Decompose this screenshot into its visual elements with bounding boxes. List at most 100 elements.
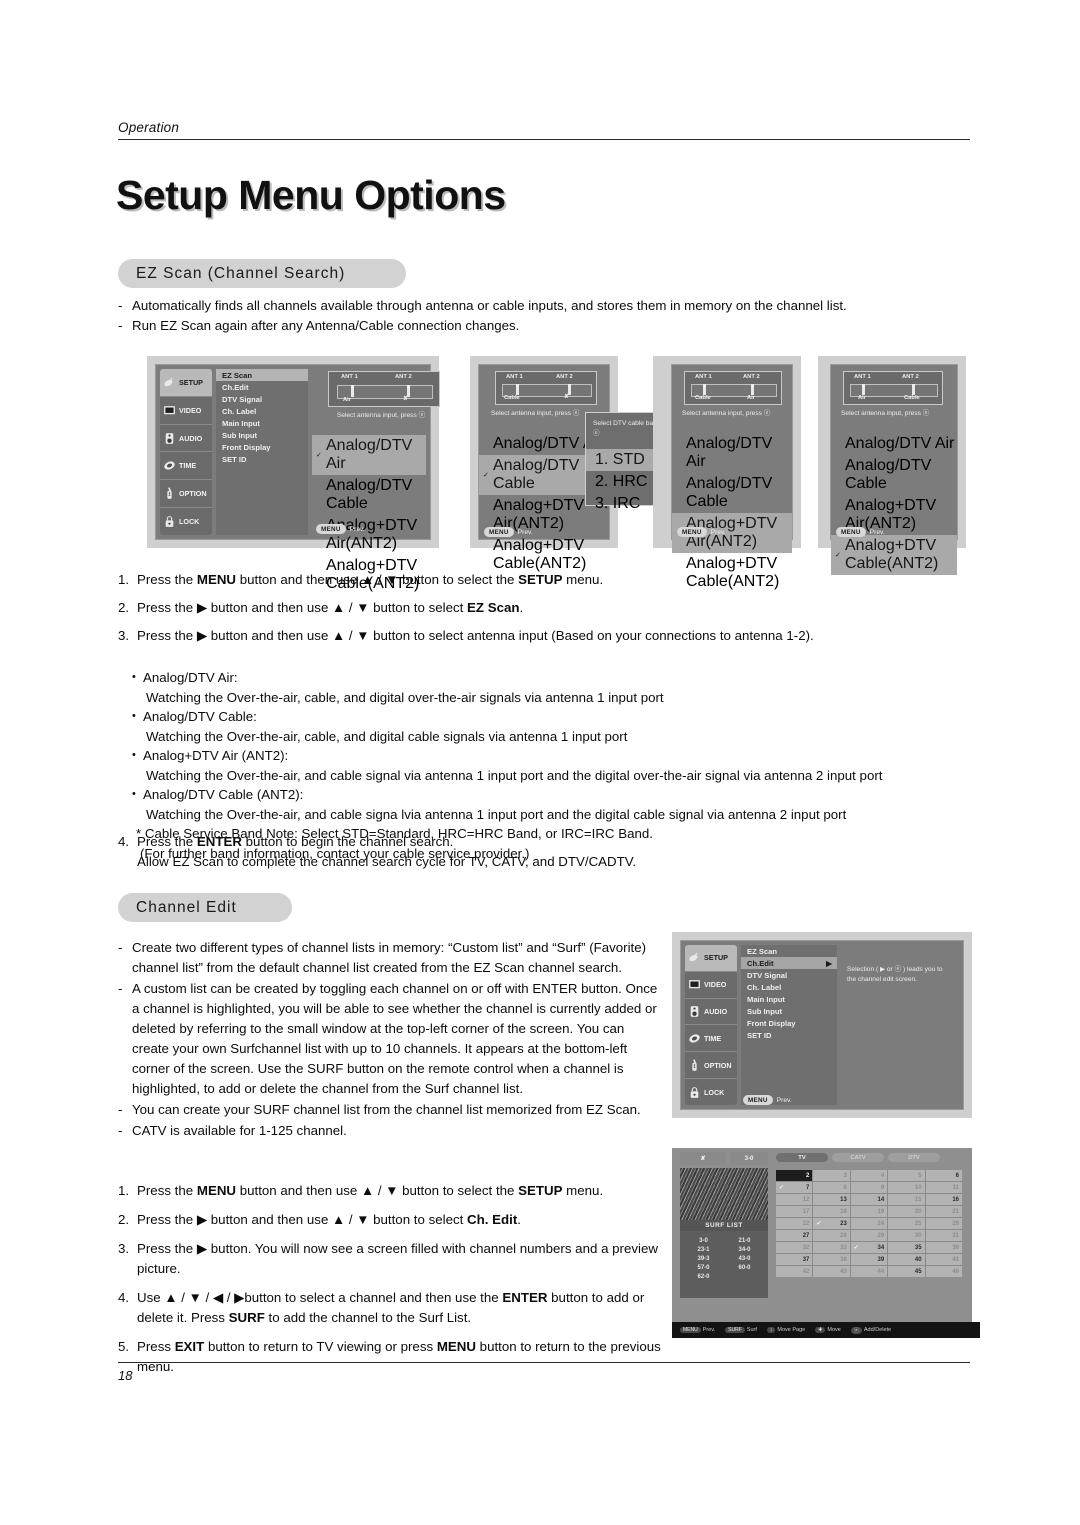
osd-input-options-4[interactable]: Analog/DTV Air Analog/DTV Cable Analog+DTV… (831, 433, 957, 575)
channel-cell[interactable]: 31 (925, 1230, 962, 1241)
osd-sidebar-item-lock[interactable]: LOCK (160, 508, 212, 535)
osd-input-option[interactable]: Analog/DTV Cable (831, 455, 957, 495)
osd-sidebar-item-option[interactable]: OPTION (160, 480, 212, 509)
osd-sidebar-item-lock[interactable]: LOCK (685, 1079, 737, 1105)
osd-sidebar-item-audio[interactable]: AUDIO (160, 425, 212, 453)
osd-input-option[interactable]: ✓ Analog/DTV Air (312, 435, 426, 475)
osd-menu-prev-3[interactable]: MENU Prev. (677, 527, 726, 537)
channel-cell[interactable]: 38 (813, 1254, 850, 1265)
osd-input-options-3[interactable]: Analog/DTV AirAnalog/DTV Cable✓Analog+DT… (672, 433, 792, 593)
channel-cell[interactable]: ✓ 23 (813, 1218, 850, 1229)
channel-list-tabs[interactable]: TV CATV DTV (776, 1153, 940, 1162)
osd-menu-list[interactable]: EZ Scan Ch.Edit DTV Signal Ch. Label Main In… (216, 369, 308, 535)
osd-input-option[interactable]: Analog/DTV Cable (312, 475, 426, 515)
channel-cell[interactable]: 14 (850, 1194, 888, 1205)
channel-cell[interactable]: 8 (813, 1182, 850, 1193)
channel-cell[interactable]: 17 (776, 1206, 813, 1217)
osd-sidebar-item-video[interactable]: VIDEO (685, 972, 737, 999)
channel-cell[interactable]: 19 (850, 1206, 888, 1217)
osd-menu-item-subinput[interactable]: Sub Input (741, 1005, 837, 1017)
channel-cell[interactable]: 44 (850, 1266, 888, 1277)
channel-cell[interactable]: 3 (813, 1170, 850, 1181)
monitor-icon (164, 405, 175, 415)
channel-cell[interactable]: 29 (850, 1230, 888, 1241)
osd-sidebar-item-video[interactable]: VIDEO (160, 397, 212, 425)
channel-cell[interactable]: 21 (925, 1206, 962, 1217)
osd-menu-item-maininput[interactable]: Main Input (741, 993, 837, 1005)
osd-menu-prev-ch-edit[interactable]: MENU Prev. (743, 1095, 792, 1105)
osd-menu-item-dtvsignal[interactable]: DTV Signal (216, 393, 308, 405)
channel-cell[interactable]: 41 (925, 1254, 962, 1265)
channel-cell[interactable]: 30 (888, 1230, 925, 1241)
osd-menu-item-dtvsignal[interactable]: DTV Signal (741, 969, 837, 981)
channel-cell[interactable]: ✓ 34 (850, 1242, 888, 1253)
osd-input-option[interactable]: Analog+DTV Air(ANT2) (312, 515, 426, 555)
osd-sidebar-item-time[interactable]: TIME (685, 1025, 737, 1053)
osd-sidebar-2[interactable]: SETUP VIDEO AUDIO TIME OPTION LOCK (685, 945, 737, 1105)
channel-cell[interactable]: 26 (925, 1218, 962, 1229)
channel-tab-tv[interactable]: TV (776, 1153, 828, 1162)
osd-menu-item-frontdisplay[interactable]: Front Display (741, 1017, 837, 1029)
channel-cell[interactable]: 15 (888, 1194, 925, 1205)
osd-menu-prev-4[interactable]: MENU Prev. (836, 527, 885, 537)
osd-input-option[interactable]: Analog/DTV Air (831, 433, 957, 455)
channel-cell[interactable]: 33 (813, 1242, 850, 1253)
channel-tab-catv[interactable]: CATV (832, 1153, 884, 1162)
osd-menu-prev-1[interactable]: MENU Prev. (316, 524, 365, 534)
channel-grid[interactable]: 2 3 4 5 6 ✓ 7 8 9 10 11 12 13 14 15 16 17 18 19 20 21 22 ✓ 23 24… (776, 1170, 962, 1277)
channel-cell[interactable]: 16 (925, 1194, 962, 1205)
channel-cell[interactable]: 32 (776, 1242, 813, 1253)
channel-cell[interactable]: 20 (888, 1206, 925, 1217)
osd-sidebar-item-setup[interactable]: SETUP (160, 369, 212, 397)
channel-cell[interactable]: 42 (776, 1266, 813, 1277)
osd-sidebar-item-setup[interactable]: SETUP (685, 945, 737, 972)
osd-menu-item-chlabel[interactable]: Ch. Label (216, 405, 308, 417)
channel-cell[interactable]: 39 (850, 1254, 888, 1265)
osd-menu-item-ezscan[interactable]: EZ Scan (216, 369, 308, 381)
osd-sidebar-item-time[interactable]: TIME (160, 452, 212, 481)
osd-sidebar-item-option[interactable]: OPTION (685, 1052, 737, 1080)
channel-cell[interactable]: 22 (776, 1218, 813, 1229)
osd-menu-item-maininput[interactable]: Main Input (216, 417, 308, 429)
channel-cell[interactable]: 36 (925, 1242, 962, 1253)
osd-input-option[interactable]: Analog+DTV Cable(ANT2) (479, 535, 609, 575)
osd-input-option[interactable]: Analog/DTV Cable (672, 473, 792, 513)
channel-cell[interactable]: 2 (776, 1170, 813, 1181)
channel-cell[interactable]: 46 (925, 1266, 962, 1277)
channel-cell[interactable]: 5 (888, 1170, 925, 1181)
channel-cell[interactable]: 45 (888, 1266, 925, 1277)
channel-tab-dtv[interactable]: DTV (888, 1153, 940, 1162)
osd-menu-item-chedit[interactable]: Ch.Edit ▶ (741, 957, 837, 969)
channel-cell[interactable]: 12 (776, 1194, 813, 1205)
channel-cell[interactable]: 35 (888, 1242, 925, 1253)
channel-cell[interactable]: 6 (925, 1170, 962, 1181)
channel-cell[interactable]: 9 (850, 1182, 888, 1193)
osd-sidebar[interactable]: SETUP VIDEO AUDIO TIME OPTION LOCK (160, 369, 212, 535)
channel-cell[interactable]: 25 (888, 1218, 925, 1229)
osd-menu-item-setid[interactable]: SET ID (741, 1029, 837, 1041)
channel-cell[interactable]: 28 (813, 1230, 850, 1241)
channel-cell[interactable]: 40 (888, 1254, 925, 1265)
osd-menu-item-chedit[interactable]: Ch.Edit (216, 381, 308, 393)
osd-menu-list-2[interactable]: EZ Scan Ch.Edit ▶ DTV Signal Ch. Label Main I… (741, 945, 837, 1105)
osd-menu-item-chlabel[interactable]: Ch. Label (741, 981, 837, 993)
channel-cell[interactable]: 24 (850, 1218, 888, 1229)
channel-cell[interactable]: 43 (813, 1266, 850, 1277)
channel-cell[interactable]: 13 (813, 1194, 850, 1205)
osd-input-option[interactable]: Analog/DTV Air (672, 433, 792, 473)
osd-menu-prev-2[interactable]: MENU Prev. (484, 527, 533, 537)
osd-input-option[interactable]: ✓ Analog+DTV Cable(ANT2) (831, 535, 957, 575)
channel-cell[interactable]: 11 (925, 1182, 962, 1193)
channel-cell[interactable]: ✓ 7 (776, 1182, 813, 1193)
channel-cell[interactable]: 27 (776, 1230, 813, 1241)
osd-menu-item-frontdisplay[interactable]: Front Display (216, 441, 308, 453)
channel-cell[interactable]: 37 (776, 1254, 813, 1265)
osd-sidebar-item-audio[interactable]: AUDIO (685, 999, 737, 1026)
channel-cell[interactable]: 4 (850, 1170, 888, 1181)
osd-menu-item-ezscan[interactable]: EZ Scan (741, 945, 837, 957)
osd-menu-item-subinput[interactable]: Sub Input (216, 429, 308, 441)
channel-cell[interactable]: 10 (888, 1182, 925, 1193)
channel-number: 14 (877, 1196, 885, 1203)
osd-menu-item-setid[interactable]: SET ID (216, 453, 308, 465)
channel-cell[interactable]: 18 (813, 1206, 850, 1217)
